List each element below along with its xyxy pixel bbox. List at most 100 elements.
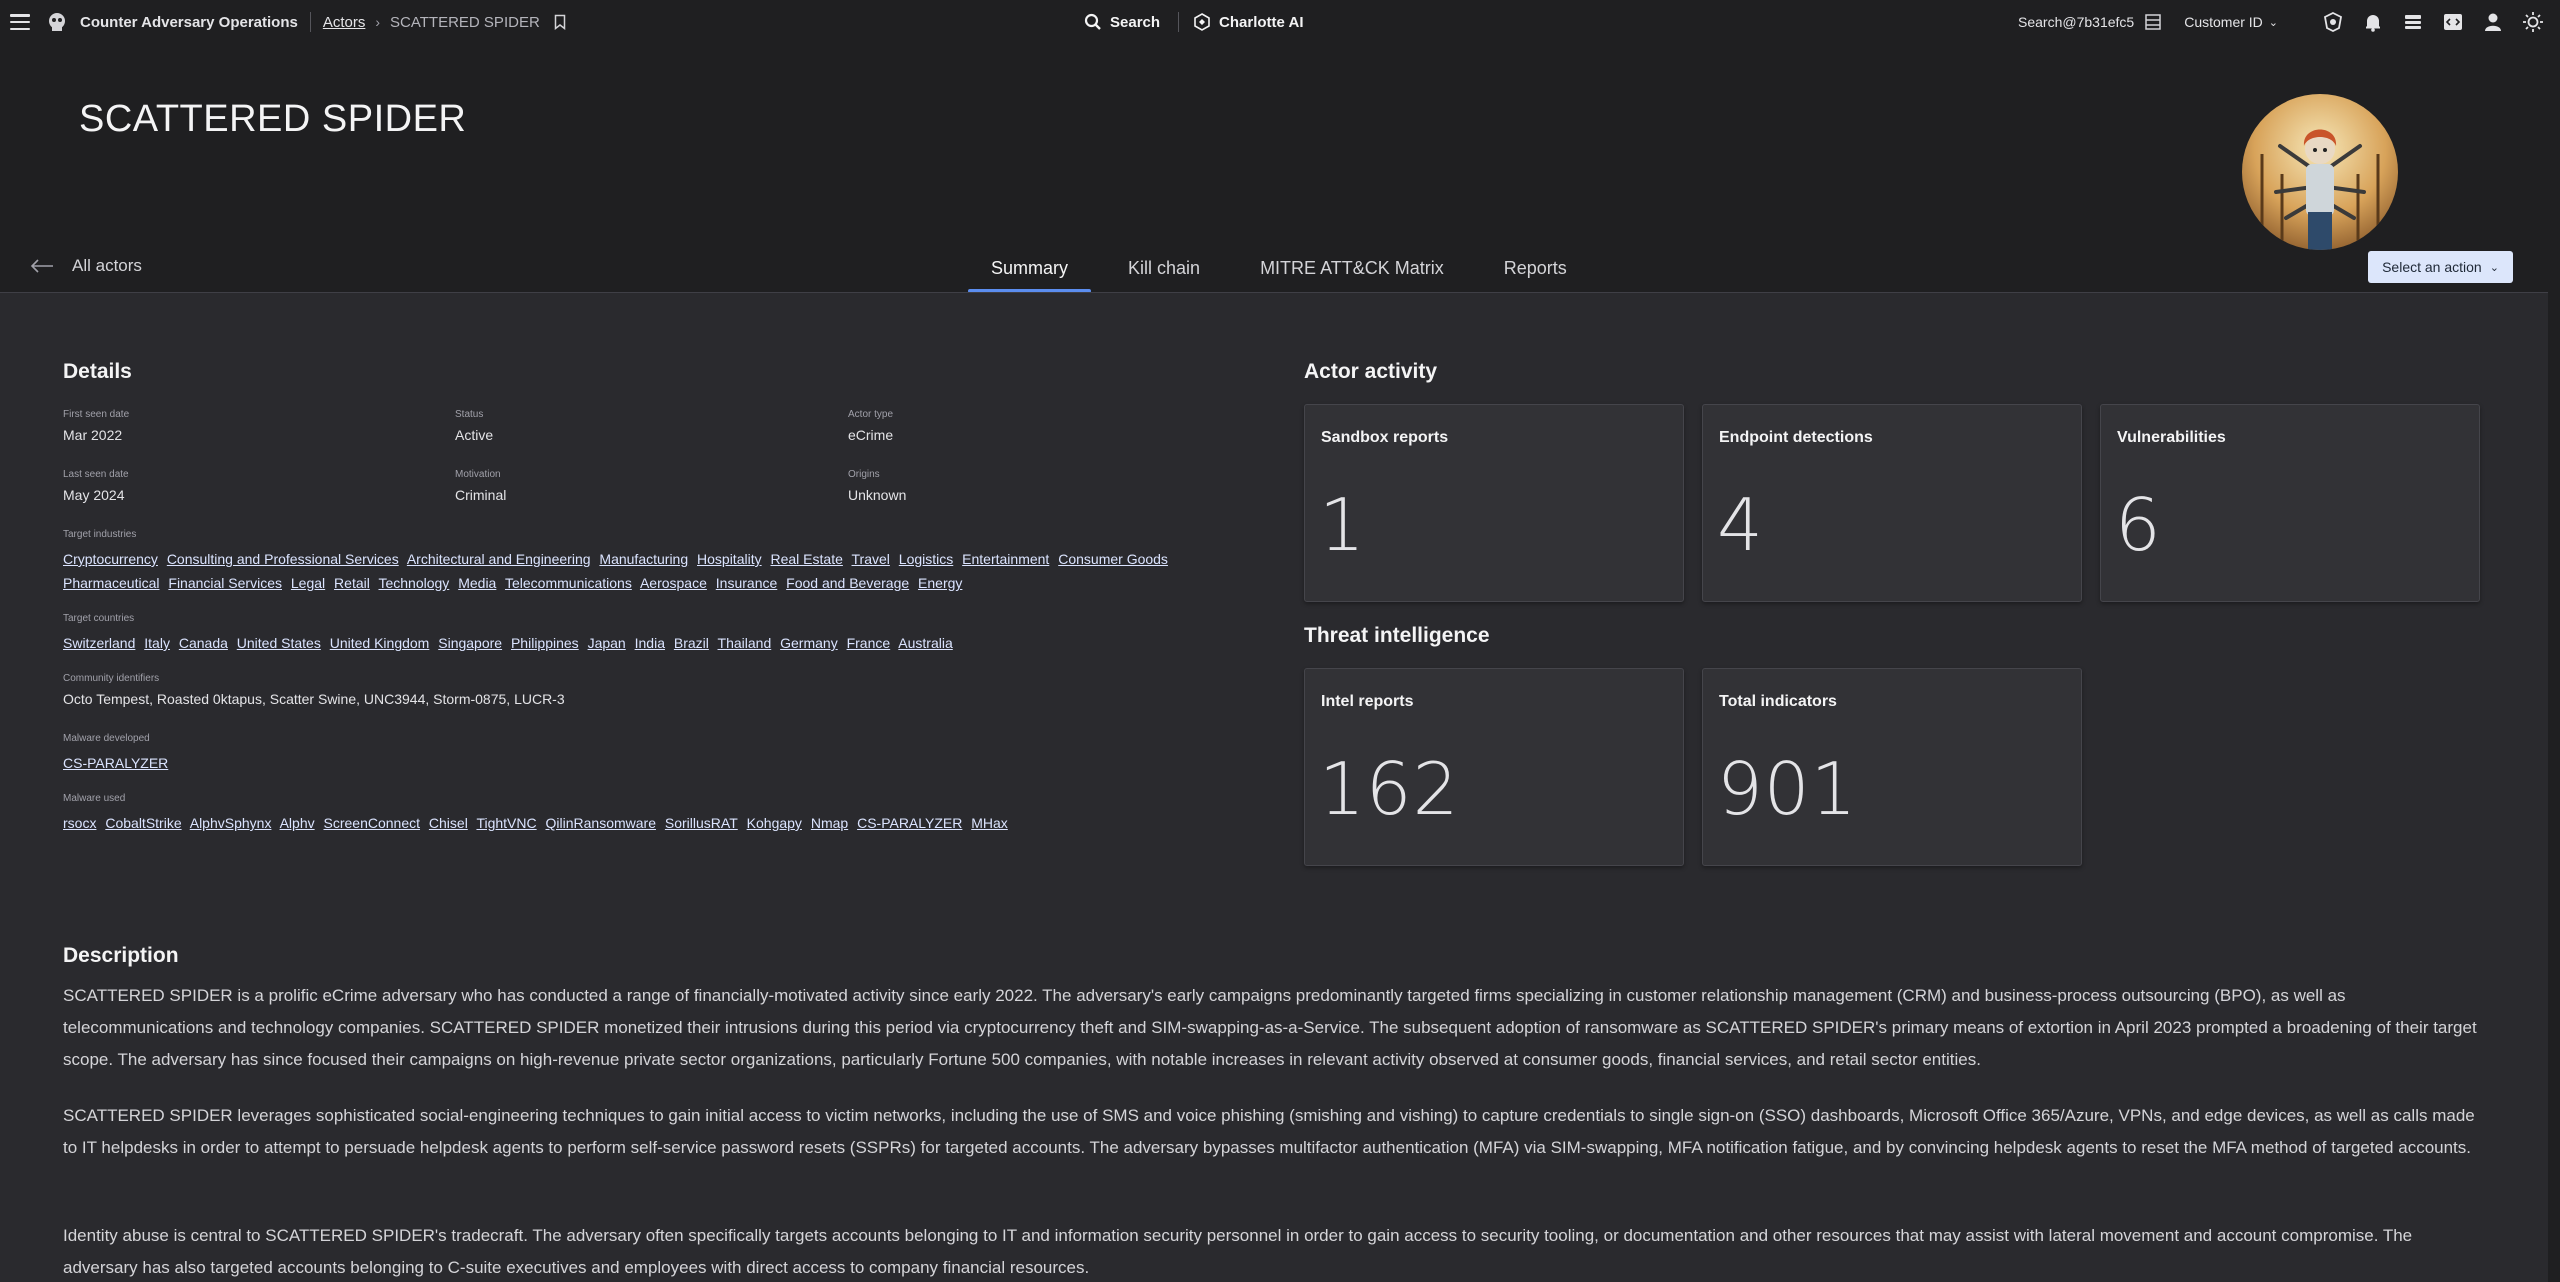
country-link[interactable]: Singapore <box>438 635 502 651</box>
country-link[interactable]: Italy <box>144 635 170 651</box>
theme-toggle-icon[interactable] <box>2522 11 2544 33</box>
card-title: Total indicators <box>1719 693 1837 710</box>
chevron-down-icon: ⌄ <box>2268 16 2278 29</box>
industry-link[interactable]: Travel <box>852 551 890 567</box>
country-link[interactable]: Switzerland <box>63 635 135 651</box>
shield-badge-icon[interactable] <box>2322 11 2344 33</box>
tab-reports[interactable]: Reports <box>1481 244 1590 293</box>
industry-link[interactable]: Manufacturing <box>599 551 688 567</box>
motivation-label: Motivation <box>455 469 501 480</box>
country-link[interactable]: United States <box>237 635 321 651</box>
user-icon[interactable] <box>2482 11 2504 33</box>
details-title: Details <box>63 360 132 383</box>
industry-link[interactable]: Insurance <box>716 575 777 591</box>
chevron-down-icon: ⌄ <box>2489 261 2499 274</box>
sandbox-reports-card[interactable]: Sandbox reports 1 <box>1304 404 1684 602</box>
origins-label: Origins <box>848 469 880 480</box>
industry-link[interactable]: Consulting and Professional Services <box>167 551 399 567</box>
malware-used-link[interactable]: SorillusRAT <box>665 815 738 831</box>
chevron-right-icon: › <box>375 14 381 30</box>
scrollbar[interactable] <box>2548 0 2560 1282</box>
code-icon[interactable] <box>2442 11 2464 33</box>
search-label: Search <box>1110 13 1161 31</box>
country-link[interactable]: Brazil <box>674 635 709 651</box>
industry-link[interactable]: Logistics <box>899 551 953 567</box>
industry-link[interactable]: Entertainment <box>962 551 1049 567</box>
tab-mitre-matrix[interactable]: MITRE ATT&CK Matrix <box>1237 244 1467 293</box>
industry-link[interactable]: Hospitality <box>697 551 762 567</box>
top-bar: Counter Adversary Operations Actors › SC… <box>0 0 2560 44</box>
intel-reports-card[interactable]: Intel reports 162 <box>1304 668 1684 866</box>
search-id[interactable]: Search@7b31efc5 <box>2018 14 2134 30</box>
malware-used-link[interactable]: QilinRansomware <box>546 815 656 831</box>
status-value: Active <box>455 427 494 443</box>
industry-link[interactable]: Cryptocurrency <box>63 551 158 567</box>
industry-link[interactable]: Pharmaceutical <box>63 575 160 591</box>
malware-used-link[interactable]: MHax <box>971 815 1008 831</box>
industry-link[interactable]: Energy <box>918 575 962 591</box>
industry-link[interactable]: Real Estate <box>771 551 843 567</box>
select-action-button[interactable]: Select an action ⌄ <box>2368 251 2513 283</box>
malware-used-link[interactable]: CS-PARALYZER <box>857 815 962 831</box>
falcon-logo-icon[interactable] <box>46 11 68 33</box>
breadcrumb-actors-link[interactable]: Actors <box>323 14 366 31</box>
industry-link[interactable]: Consumer Goods <box>1058 551 1168 567</box>
customer-id-dropdown[interactable]: Customer ID ⌄ <box>2184 14 2278 30</box>
origins-field: Origins Unknown <box>848 469 906 503</box>
feed-icon[interactable] <box>2402 11 2424 33</box>
malware-used-link[interactable]: TightVNC <box>476 815 536 831</box>
bell-icon[interactable] <box>2362 11 2384 33</box>
charlotte-ai-icon <box>1194 13 1210 31</box>
industry-link[interactable]: Aerospace <box>640 575 707 591</box>
malware-used-link[interactable]: Nmap <box>811 815 848 831</box>
malware-developed-label: Malware developed <box>63 733 150 744</box>
industry-link[interactable]: Architectural and Engineering <box>407 551 591 567</box>
country-link[interactable]: Canada <box>179 635 228 651</box>
malware-used-link[interactable]: ScreenConnect <box>324 815 421 831</box>
first-seen-value: Mar 2022 <box>63 427 123 443</box>
industry-link[interactable]: Legal <box>291 575 325 591</box>
country-link[interactable]: India <box>635 635 665 651</box>
actor-type-value: eCrime <box>848 427 894 443</box>
country-link[interactable]: Philippines <box>511 635 579 651</box>
malware-used-link[interactable]: Chisel <box>429 815 468 831</box>
total-indicators-card[interactable]: Total indicators 901 <box>1702 668 2082 866</box>
country-link[interactable]: Germany <box>780 635 838 651</box>
actor-avatar <box>2242 94 2398 250</box>
industry-link[interactable]: Financial Services <box>168 575 282 591</box>
vulnerabilities-card[interactable]: Vulnerabilities 6 <box>2100 404 2480 602</box>
tab-kill-chain[interactable]: Kill chain <box>1105 244 1223 293</box>
menu-icon[interactable] <box>10 14 30 30</box>
industry-link[interactable]: Technology <box>378 575 449 591</box>
layout-icon[interactable] <box>2144 13 2162 31</box>
malware-used-link[interactable]: AlphvSphynx <box>190 815 272 831</box>
card-title: Sandbox reports <box>1321 429 1449 446</box>
app-name: Counter Adversary Operations <box>80 13 298 31</box>
malware-used-link[interactable]: rsocx <box>63 815 96 831</box>
all-actors-link[interactable]: All actors <box>30 256 142 276</box>
country-link[interactable]: United Kingdom <box>330 635 430 651</box>
description-title: Description <box>63 944 179 967</box>
community-identifiers-field: Community identifiers Octo Tempest, Roas… <box>63 673 1263 707</box>
top-bar-left: Counter Adversary Operations Actors › SC… <box>0 0 566 44</box>
country-link[interactable]: Japan <box>588 635 626 651</box>
country-link[interactable]: France <box>847 635 891 651</box>
charlotte-ai-button[interactable]: Charlotte AI <box>1193 13 1304 31</box>
actor-tabs: Summary Kill chain MITRE ATT&CK Matrix R… <box>968 244 1604 293</box>
industry-link[interactable]: Media <box>458 575 496 591</box>
arrow-left-icon <box>30 259 53 273</box>
tab-summary[interactable]: Summary <box>968 244 1092 293</box>
industry-link[interactable]: Retail <box>334 575 370 591</box>
malware-used-link[interactable]: Alphv <box>280 815 315 831</box>
country-link[interactable]: Thailand <box>718 635 772 651</box>
country-link[interactable]: Australia <box>898 635 952 651</box>
status-field: Status Active <box>455 409 493 443</box>
malware-developed-link[interactable]: CS-PARALYZER <box>63 755 168 771</box>
industry-link[interactable]: Food and Beverage <box>786 575 909 591</box>
industry-link[interactable]: Telecommunications <box>505 575 632 591</box>
bookmark-icon[interactable] <box>554 14 566 30</box>
malware-used-link[interactable]: CobaltStrike <box>105 815 181 831</box>
malware-used-link[interactable]: Kohgapy <box>747 815 802 831</box>
endpoint-detections-card[interactable]: Endpoint detections 4 <box>1702 404 2082 602</box>
search-button[interactable]: Search <box>1084 13 1160 31</box>
